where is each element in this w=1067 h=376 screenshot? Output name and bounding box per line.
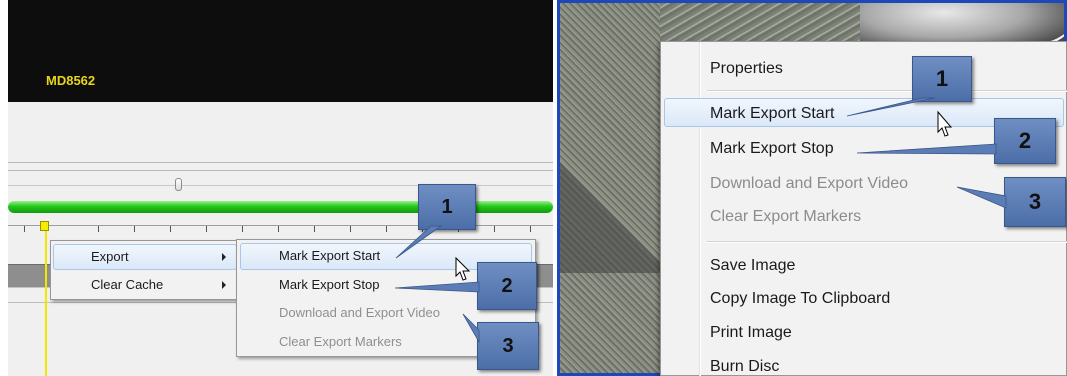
menu-item-properties[interactable]: Properties xyxy=(710,60,783,78)
ruler-tick xyxy=(278,226,279,232)
menu-item-save-image[interactable]: Save Image xyxy=(710,257,795,275)
shadow-region xyxy=(560,163,670,273)
menu-item-clear-cache[interactable]: Clear Cache xyxy=(91,277,163,292)
ruler-tick xyxy=(530,226,531,232)
video-viewport[interactable]: MD8562 xyxy=(8,0,553,102)
menu-item-mark-export-stop[interactable]: Mark Export Stop xyxy=(710,140,834,158)
callout-3: 3 xyxy=(1004,177,1066,227)
road-marking xyxy=(980,3,1064,46)
timeline-marker-head[interactable] xyxy=(40,221,49,231)
ruler-tick xyxy=(98,226,99,232)
ruler-tick xyxy=(314,226,315,232)
menu-icon-gutter xyxy=(699,42,701,376)
ruler-tick xyxy=(386,226,387,232)
menu-item-print-image[interactable]: Print Image xyxy=(710,324,792,342)
menu-item-highlight xyxy=(53,244,237,270)
ruler-tick xyxy=(170,226,171,232)
camera-label: MD8562 xyxy=(46,73,96,88)
menu-item-clear-export-markers[interactable]: Clear Export Markers xyxy=(710,208,861,226)
menu-item-mark-export-stop[interactable]: Mark Export Stop xyxy=(279,277,379,292)
slider-thumb-icon[interactable] xyxy=(175,178,182,191)
menu-separator xyxy=(707,90,1067,92)
ruler-tick xyxy=(350,226,351,232)
divider xyxy=(8,170,553,171)
right-panel: Properties Mark Export Start Mark Export… xyxy=(557,0,1067,376)
menu-item-download-export-video[interactable]: Download and Export Video xyxy=(279,305,440,320)
ruler-tick xyxy=(206,226,207,232)
ruler-tick xyxy=(134,226,135,232)
submenu-arrow-icon xyxy=(222,281,226,289)
ruler-tick xyxy=(494,226,495,232)
menu-item-mark-export-start[interactable]: Mark Export Start xyxy=(279,248,380,263)
ruler-tick xyxy=(24,226,25,232)
callout-1: 1 xyxy=(418,184,476,230)
submenu-arrow-icon xyxy=(222,253,226,261)
divider xyxy=(8,162,553,163)
left-panel: MD8562 Export Clear Cache Mark Export St… xyxy=(0,0,553,376)
menu-item-export[interactable]: Export xyxy=(91,249,129,264)
menu-item-copy-image-clipboard[interactable]: Copy Image To Clipboard xyxy=(710,290,890,308)
callout-2: 2 xyxy=(477,262,537,310)
callout-3: 3 xyxy=(477,322,539,370)
callout-2: 2 xyxy=(994,118,1056,164)
panel-edge xyxy=(0,0,8,376)
callout-1: 1 xyxy=(912,56,972,102)
menu-item-mark-export-start[interactable]: Mark Export Start xyxy=(710,105,834,123)
menu-separator xyxy=(707,241,1067,243)
menu-item-burn-disc[interactable]: Burn Disc xyxy=(710,358,779,376)
menu-item-download-export-video[interactable]: Download and Export Video xyxy=(710,175,908,193)
ruler-tick xyxy=(242,226,243,232)
timeline-marker-icon[interactable] xyxy=(45,224,47,376)
context-menu: Export Clear Cache xyxy=(50,240,240,300)
menu-item-clear-export-markers[interactable]: Clear Export Markers xyxy=(279,334,402,349)
